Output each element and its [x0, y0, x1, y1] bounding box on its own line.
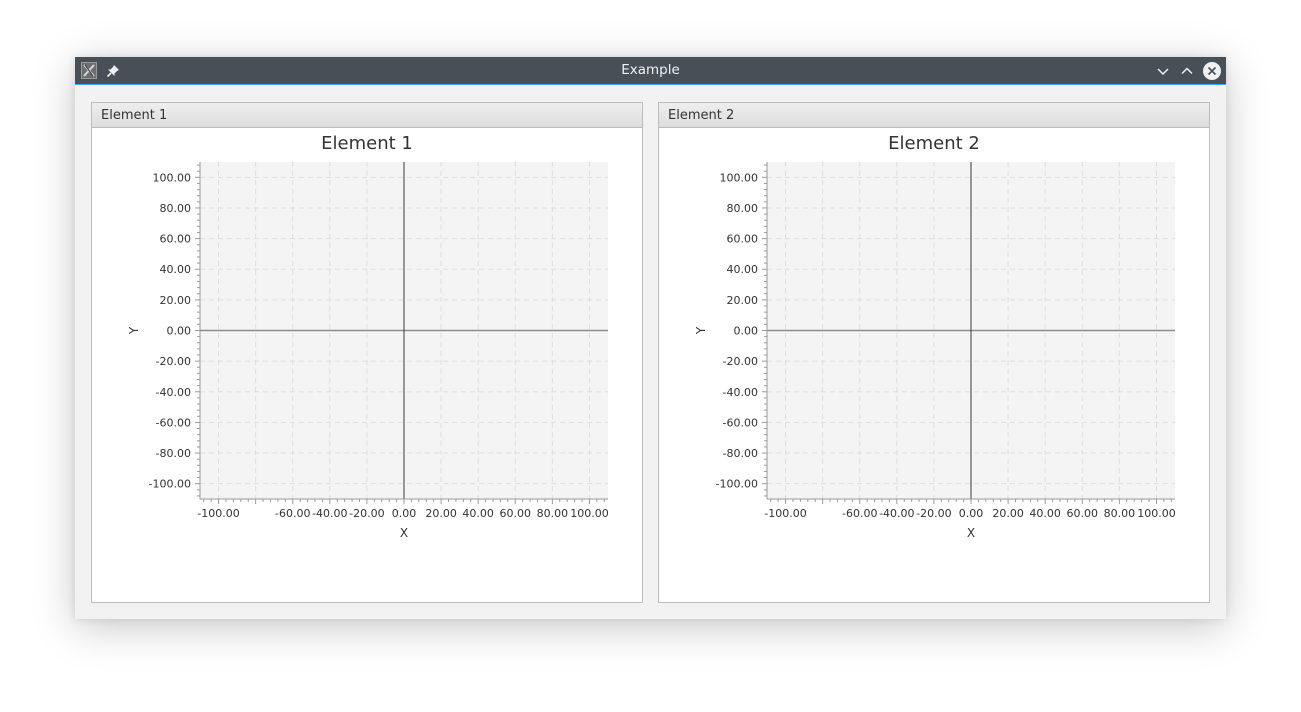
x-tick-label: -20.00	[349, 507, 384, 520]
x-tick-label: 40.00	[462, 507, 494, 520]
x-tick-label: 80.00	[537, 507, 569, 520]
chart-element-1: -100.00 -60.00 -40.00 -20.00 0.00 20.00 40.00 6…	[127, 133, 609, 540]
x-tick-label: -40.00	[312, 507, 347, 520]
y-tick-label: 0.00	[734, 325, 759, 338]
y-tick-label: -40.00	[156, 386, 191, 399]
panel-header[interactable]: Element 2	[659, 103, 1209, 128]
x-tick-label: -60.00	[842, 507, 877, 520]
y-tick-label: -20.00	[723, 355, 758, 368]
y-tick-label: 20.00	[160, 294, 192, 307]
y-tick-label: -60.00	[723, 416, 758, 429]
y-tick-label: -100.00	[716, 478, 758, 491]
y-tick-label: 40.00	[160, 263, 192, 276]
panel-header-label: Element 1	[101, 108, 168, 123]
y-tick-label: -80.00	[723, 447, 758, 460]
x-tick-label: -20.00	[916, 507, 951, 520]
x-axis-label: X	[400, 526, 408, 540]
x-tick-label: 0.00	[392, 507, 417, 520]
panel-element-2: Element 2 -100.00 -60.00 -40.00 -20.00 0.00 2…	[658, 102, 1210, 603]
x-tick-label: -60.00	[275, 507, 310, 520]
minimize-button[interactable]	[1153, 61, 1173, 81]
x-tick-label: 0.00	[959, 507, 984, 520]
panel-element-1: Element 1 -100.00 -60.00 -40.00 -20.00 0.00 2…	[91, 102, 643, 603]
x-tick-label: -100.00	[197, 507, 239, 520]
x-tick-label: 100.00	[1137, 507, 1176, 520]
y-tick-label: -40.00	[723, 386, 758, 399]
y-tick-label: 0.00	[167, 325, 192, 338]
title-bar[interactable]: Example	[75, 57, 1226, 85]
app-window: Example Element 1 -100.00 -60.00 -40.00 -20…	[75, 57, 1226, 619]
y-tick-label: -100.00	[149, 478, 191, 491]
y-tick-label: 20.00	[727, 294, 759, 307]
y-tick-label: 100.00	[153, 171, 192, 184]
x-tick-label: 60.00	[500, 507, 531, 520]
chart-element-2: -100.00 -60.00 -40.00 -20.00 0.00 20.00 40.00 6…	[694, 133, 1176, 540]
y-tick-label: -80.00	[156, 447, 191, 460]
chart-title: Element 1	[321, 133, 413, 154]
y-axis-label: Y	[694, 326, 708, 335]
panel-header-label: Element 2	[668, 108, 735, 123]
y-tick-label: 80.00	[727, 202, 759, 215]
x-tick-label: -100.00	[764, 507, 806, 520]
maximize-button[interactable]	[1177, 61, 1197, 81]
window-title: Example	[621, 62, 680, 78]
x-tick-label: 100.00	[570, 507, 609, 520]
x-tick-label: 60.00	[1067, 507, 1099, 520]
y-axis-label: Y	[127, 326, 141, 335]
y-tick-label: 40.00	[727, 263, 759, 276]
y-tick-label: -20.00	[156, 355, 191, 368]
y-tick-label: 60.00	[727, 233, 759, 246]
panel-header[interactable]: Element 1	[92, 103, 642, 128]
y-tick-label: 60.00	[160, 233, 192, 246]
x-tick-label: 20.00	[992, 507, 1024, 520]
y-tick-label: -60.00	[156, 416, 191, 429]
x-tick-label: 40.00	[1029, 507, 1061, 520]
chart-title: Element 2	[888, 133, 980, 154]
y-tick-label: 100.00	[720, 171, 759, 184]
x-tick-label: 80.00	[1104, 507, 1136, 520]
x-tick-label: -40.00	[879, 507, 914, 520]
x-axis-label: X	[967, 526, 975, 540]
x-tick-label: 20.00	[425, 507, 457, 520]
y-tick-label: 80.00	[160, 202, 192, 215]
close-button[interactable]	[1202, 61, 1222, 81]
